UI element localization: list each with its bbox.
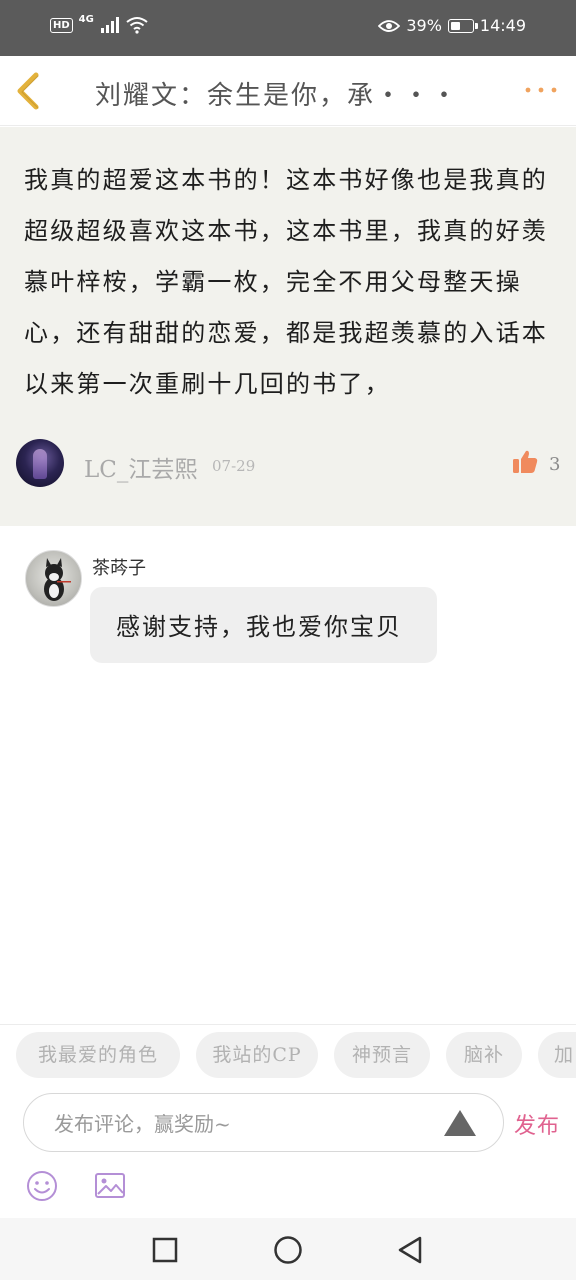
status-bar: HD 4G 39% 14:49 xyxy=(0,0,576,56)
chip-imagination[interactable]: 脑补 xyxy=(446,1032,522,1078)
network-type: 4G xyxy=(78,13,94,25)
thumbs-up-icon xyxy=(513,450,538,473)
page-title: 刘耀文：余生是你，承・・・ xyxy=(95,81,460,111)
dog-avatar-image xyxy=(44,558,71,601)
signal-icon xyxy=(100,17,119,33)
eye-icon xyxy=(378,19,401,32)
clock: 14:49 xyxy=(479,16,526,35)
triangle-send-icon[interactable] xyxy=(443,1109,477,1137)
reply-avatar[interactable] xyxy=(25,550,82,607)
comment-author[interactable]: LC_江芸熙 xyxy=(84,450,197,484)
more-button[interactable] xyxy=(524,78,558,102)
home-circle-icon[interactable] xyxy=(273,1235,303,1265)
chip-add[interactable]: 加 xyxy=(538,1032,576,1078)
chevron-left-icon xyxy=(17,72,39,110)
publish-button[interactable]: 发布 xyxy=(514,1108,560,1140)
comment-date: 07-29 xyxy=(212,457,256,475)
status-left: HD 4G xyxy=(50,13,148,34)
image-icon xyxy=(95,1173,125,1198)
comment-card: 我真的超爱这本书的！这本书好像也是我真的超级超级喜欢这本书，这本书里，我真的好羡… xyxy=(0,127,576,526)
image-button[interactable] xyxy=(94,1171,126,1201)
chip-favorite-character[interactable]: 我最爱的角色 xyxy=(16,1032,180,1078)
comment-input[interactable] xyxy=(54,1110,414,1138)
comment-input-box xyxy=(23,1093,504,1152)
recents-square-icon[interactable] xyxy=(152,1237,178,1263)
battery-fill xyxy=(450,21,461,30)
topic-chips: 我最爱的角色 我站的CP 神预言 脑补 加 xyxy=(0,1032,576,1080)
top-header: 刘耀文：余生是你，承・・・ xyxy=(0,56,576,126)
emoji-icon xyxy=(27,1171,57,1201)
hd-badge: HD xyxy=(50,17,73,33)
avatar[interactable] xyxy=(16,439,64,487)
wifi-icon xyxy=(126,17,148,34)
emoji-button[interactable] xyxy=(26,1170,58,1202)
reply-author[interactable]: 茶荶子 xyxy=(92,554,146,580)
reply-text: 感谢支持，我也爱你宝贝 xyxy=(116,613,402,641)
like-count: 3 xyxy=(549,454,561,475)
like-button[interactable] xyxy=(512,449,538,475)
chip-cp[interactable]: 我站的CP xyxy=(196,1032,318,1078)
battery-percent: 39% xyxy=(406,16,442,35)
system-nav-bar xyxy=(0,1218,576,1280)
back-button[interactable] xyxy=(10,70,50,112)
more-dots-icon xyxy=(525,87,557,93)
status-right: 39% 14:49 xyxy=(378,16,526,35)
battery-icon xyxy=(447,18,478,33)
back-triangle-icon[interactable] xyxy=(397,1235,423,1265)
divider xyxy=(0,1024,576,1025)
chip-prophecy[interactable]: 神预言 xyxy=(334,1032,430,1078)
comment-text: 我真的超爱这本书的！这本书好像也是我真的超级超级喜欢这本书，这本书里，我真的好羡… xyxy=(24,166,548,398)
reply-bubble: 感谢支持，我也爱你宝贝 xyxy=(90,587,437,663)
